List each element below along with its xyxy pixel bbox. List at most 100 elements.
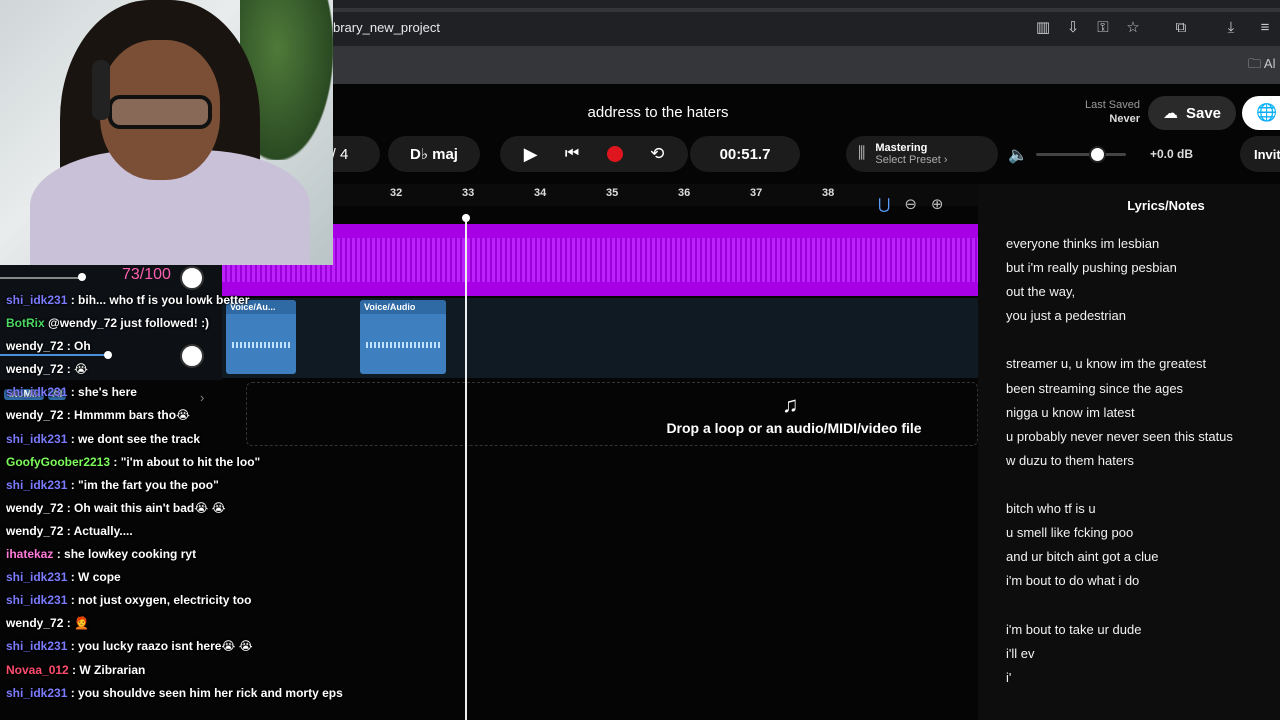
chat-username[interactable]: wendy_72 xyxy=(6,339,63,353)
last-saved-value: Never xyxy=(1109,113,1140,125)
pan-knob[interactable] xyxy=(180,266,204,290)
chat-message: wendy_72 : 😭 xyxy=(6,358,376,381)
lyrics-line xyxy=(1006,473,1280,497)
volume-bar[interactable] xyxy=(0,277,82,279)
lyrics-line: streamer u, u know im the greatest xyxy=(1006,356,1207,372)
lyrics-line: out the way, xyxy=(1006,284,1076,300)
reader-icon[interactable]: ▥ xyxy=(1034,19,1052,37)
chat-message: wendy_72 : Oh xyxy=(6,335,376,358)
bookmark-folder[interactable]: 🗀 Al xyxy=(1248,55,1275,77)
chat-text: : not just oxygen, electricity too xyxy=(67,593,252,608)
chat-username[interactable]: shi_idk231 xyxy=(6,385,67,399)
chat-username[interactable]: wendy_72 xyxy=(6,408,63,422)
download-icon[interactable]: ⤓ xyxy=(1222,19,1240,37)
ruler-bar-number: 32 xyxy=(390,187,403,199)
mastering-selector[interactable]: ⫼ Mastering Select Preset › xyxy=(846,136,998,172)
lyrics-line: i'll ev xyxy=(1006,645,1035,661)
timeline-tools: ⋃ ⊖ ⊕ xyxy=(870,186,978,222)
music-note-plus-icon: ♫ xyxy=(782,392,799,417)
chat-text: : "i'm about to hit the loo" xyxy=(110,454,261,469)
zoom-out-icon[interactable]: ⊖ xyxy=(904,195,917,213)
playhead[interactable] xyxy=(465,214,467,720)
cloud-upload-icon: ☁ xyxy=(1162,105,1178,122)
magnet-snap-icon[interactable]: ⋃ xyxy=(878,195,890,213)
chat-message: shi_idk231 : you shouldve seen him her r… xyxy=(6,682,376,705)
chat-username[interactable]: wendy_72 xyxy=(6,616,63,630)
chat-text: : she's here xyxy=(67,385,137,400)
chat-username[interactable]: Novaa_012 xyxy=(6,663,69,677)
lyrics-line: you just a pedestrian xyxy=(1006,308,1126,324)
chat-message: shi_idk231 : "im the fart you the poo" xyxy=(6,474,376,497)
timeline-ruler[interactable] xyxy=(222,184,978,206)
install-icon[interactable]: ⇩ xyxy=(1064,19,1082,37)
ruler-bar-number: 35 xyxy=(606,187,619,199)
chat-username[interactable]: shi_idk231 xyxy=(6,639,67,653)
chat-username[interactable]: GoofyGoober2213 xyxy=(6,455,110,469)
lyrics-line: u smell like fcking poo xyxy=(1006,525,1134,541)
star-icon[interactable]: ☆ xyxy=(1124,19,1142,37)
playhead-handle[interactable] xyxy=(462,214,470,222)
chat-username[interactable]: wendy_72 xyxy=(6,524,63,538)
chat-text: : she lowkey cooking ryt xyxy=(53,547,197,562)
lyrics-line: bitch who tf is u xyxy=(1006,501,1096,517)
extensions-icon[interactable]: ⧉ xyxy=(1172,19,1190,37)
loop-icon[interactable]: ⟲ xyxy=(650,144,664,164)
lyrics-editor[interactable]: everyone thinks im lesbian but i'm really… xyxy=(1006,232,1280,690)
speaker-icon[interactable]: 🔈 xyxy=(1008,145,1028,165)
chat-username[interactable]: BotRix xyxy=(6,316,45,330)
zoom-in-icon[interactable]: ⊕ xyxy=(931,195,944,213)
menu-icon[interactable]: ≡ xyxy=(1256,19,1274,37)
time-signature-label: / 4 xyxy=(331,145,349,163)
chat-text: : we dont see the track xyxy=(67,431,201,446)
invite-button[interactable]: Invit xyxy=(1240,136,1280,172)
chat-username[interactable]: wendy_72 xyxy=(6,501,63,515)
chat-text: : you lucky raazo isnt here😭 😭 xyxy=(67,639,253,654)
chat-message: wendy_72 : Actually.... xyxy=(6,520,376,543)
record-icon[interactable] xyxy=(606,146,623,162)
lyrics-line xyxy=(1006,328,1280,352)
drop-zone-text: Drop a loop or an audio/MIDI/video file xyxy=(666,420,922,436)
publish-button[interactable]: 🌐 xyxy=(1242,96,1280,130)
ruler-bar-number: 38 xyxy=(822,187,835,199)
play-icon[interactable]: ▶ xyxy=(524,144,538,165)
chat-text: : Oh wait this ain't bad😭 😭 xyxy=(63,500,226,515)
ruler-bar-number: 36 xyxy=(678,187,691,199)
chat-text: : 🧑‍🦰 xyxy=(63,616,89,631)
chat-username[interactable]: shi_idk231 xyxy=(6,593,67,607)
chat-message: shi_idk231 : we dont see the track xyxy=(6,428,376,451)
chat-message: shi_idk231 : you lucky raazo isnt here😭 … xyxy=(6,635,376,658)
invite-label: Invit xyxy=(1254,146,1280,162)
save-button[interactable]: ☁ Save xyxy=(1148,96,1236,130)
lyrics-line: but i'm really pushing pesbian xyxy=(1006,260,1177,276)
url-text[interactable]: brary_new_project xyxy=(333,20,440,35)
volume-bar-handle[interactable] xyxy=(78,273,86,281)
chat-message: wendy_72 : 🧑‍🦰 xyxy=(6,612,376,635)
chat-username[interactable]: shi_idk231 xyxy=(6,478,67,492)
chat-username[interactable]: wendy_72 xyxy=(6,362,63,376)
chat-username[interactable]: shi_idk231 xyxy=(6,570,67,584)
skip-back-icon[interactable]: ⏮ xyxy=(565,145,579,163)
chat-text: : Hmmmm bars tho😭 xyxy=(63,408,191,423)
chat-text: : W cope xyxy=(67,570,121,585)
chat-message: wendy_72 : Hmmmm bars tho😭 xyxy=(6,404,376,427)
chat-username[interactable]: ihatekaz xyxy=(6,547,53,561)
key-icon[interactable]: ⚿ xyxy=(1094,19,1112,37)
project-title[interactable]: address to the haters xyxy=(500,104,816,121)
chat-text: : "im the fart you the poo" xyxy=(67,477,219,492)
audio-track-region[interactable] xyxy=(222,224,978,296)
volume-slider[interactable] xyxy=(1036,153,1126,156)
chat-text: : 😭 xyxy=(63,362,89,377)
chat-username[interactable]: shi_idk231 xyxy=(6,432,67,446)
folder-icon: 🗀 xyxy=(1248,56,1264,71)
chat-username[interactable]: shi_idk231 xyxy=(6,686,67,700)
lyrics-line xyxy=(1006,593,1280,617)
chat-text: : you shouldve seen him her rick and mor… xyxy=(67,685,343,700)
ruler-bar-number: 33 xyxy=(462,187,475,199)
ruler-bar-number: 37 xyxy=(750,187,763,199)
chat-username[interactable]: shi_idk231 xyxy=(6,293,67,307)
chat-feed: shi_idk231 : bih... who tf is you lowk b… xyxy=(6,289,376,705)
key-selector[interactable]: D♭ maj xyxy=(388,136,480,172)
time-display: 00:51.7 xyxy=(690,136,800,172)
chat-text: : W Zibrarian xyxy=(68,662,146,677)
lyrics-line: i'm bout to take ur dude xyxy=(1006,621,1142,637)
